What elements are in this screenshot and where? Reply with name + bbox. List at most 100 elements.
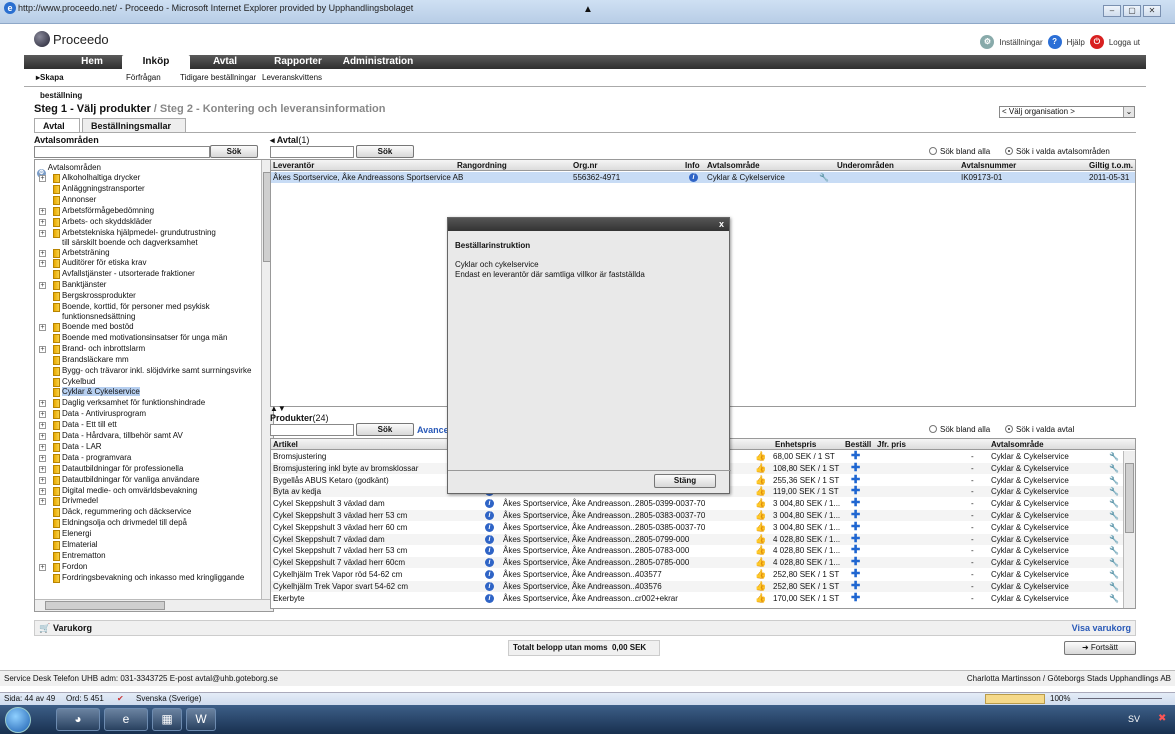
dialog-close-icon[interactable]: x [719, 219, 724, 229]
add-to-cart-plus-icon[interactable]: ✚ [851, 580, 860, 591]
thumbs-up-icon[interactable]: 👍 [755, 593, 766, 604]
tray-language[interactable]: SV [1128, 714, 1140, 724]
wrench-icon[interactable]: 🔧 [1109, 545, 1119, 556]
add-to-cart-plus-icon[interactable]: ✚ [851, 569, 860, 580]
expand-plus-icon[interactable]: + [39, 443, 46, 451]
col-bestall[interactable]: Beställ [845, 439, 871, 450]
produkter-radio-all[interactable]: Sök bland alla [929, 425, 990, 434]
wrench-icon[interactable]: 🔧 [819, 172, 829, 183]
start-button[interactable] [5, 707, 31, 733]
wrench-icon[interactable]: 🔧 [1109, 451, 1119, 462]
chevron-down-icon[interactable]: ⌄ [1123, 107, 1134, 117]
wrench-icon[interactable]: 🔧 [1109, 593, 1119, 604]
step-2[interactable]: Steg 2 - Kontering och leveransinformati… [160, 103, 386, 115]
close-window-button[interactable]: ✕ [1143, 5, 1161, 17]
thumbs-up-icon[interactable]: 👍 [755, 451, 766, 462]
product-row[interactable]: Cykelhjälm Trek Vapor röd 54-62 cm i Åkes … [271, 569, 1123, 580]
expand-plus-icon[interactable]: + [39, 422, 46, 430]
info-icon[interactable]: i [485, 534, 494, 544]
add-to-cart-plus-icon[interactable]: ✚ [851, 474, 860, 485]
product-row[interactable]: Cykel Skeppshult 3 växlad herr 60 cm i Åke… [271, 521, 1123, 533]
nav-hem[interactable]: Hem [62, 55, 122, 69]
collapse-arrow-icon[interactable]: ▲ [583, 4, 593, 15]
thumbs-up-icon[interactable]: 👍 [755, 581, 766, 592]
col-artikel[interactable]: Artikel [273, 439, 298, 450]
expand-plus-icon[interactable]: + [39, 282, 46, 290]
visa-varukorg-link[interactable]: Visa varukorg [1072, 621, 1131, 635]
product-row[interactable]: Ekerbyte i Åkes Sportservice, Åke Andreass… [271, 592, 1123, 604]
produkter-vertical-scrollbar[interactable] [1123, 451, 1135, 608]
avtal-search-input[interactable] [270, 146, 354, 158]
expand-plus-icon[interactable]: + [39, 249, 46, 257]
wrench-icon[interactable]: 🔧 [1109, 534, 1119, 545]
thumbs-up-icon[interactable]: 👍 [755, 510, 766, 521]
expand-plus-icon[interactable]: + [39, 400, 46, 408]
produkter-scroll-thumb[interactable] [1125, 463, 1134, 533]
add-to-cart-plus-icon[interactable]: ✚ [851, 545, 860, 556]
wrench-icon[interactable]: 🔧 [1109, 522, 1119, 533]
wrench-icon[interactable]: 🔧 [1109, 486, 1119, 497]
nav-rapporter[interactable]: Rapporter [260, 55, 336, 69]
wrench-icon[interactable]: 🔧 [1109, 498, 1119, 509]
info-icon[interactable]: i [485, 511, 494, 520]
expand-plus-icon[interactable]: + [39, 563, 46, 571]
add-to-cart-plus-icon[interactable]: ✚ [851, 462, 860, 473]
help-link[interactable]: Hjälp [1067, 38, 1085, 47]
wrench-icon[interactable]: 🔧 [1109, 557, 1119, 568]
tab-avtal[interactable]: Avtal [34, 118, 80, 132]
expand-plus-icon[interactable]: + [39, 207, 46, 215]
thumbs-up-icon[interactable]: 👍 [755, 463, 766, 474]
avtalsomraden-search-button[interactable]: Sök [210, 145, 258, 158]
minimize-button[interactable]: – [1103, 5, 1121, 17]
splitter-arrows-icon[interactable]: ▲▼ [270, 404, 286, 413]
organisation-select[interactable]: < Välj organisation > ⌄ [999, 106, 1135, 118]
taskbar-word-icon[interactable]: W [186, 708, 216, 731]
subnav-leveranskvittens[interactable]: Leveranskvittens [262, 69, 322, 87]
thumbs-up-icon[interactable]: 👍 [755, 522, 766, 533]
info-icon[interactable]: i [485, 546, 494, 556]
col-giltig[interactable]: Giltig t.o.m. [1089, 160, 1133, 171]
info-icon[interactable]: i [485, 522, 494, 532]
expand-plus-icon[interactable]: + [39, 411, 46, 419]
col-rangordning[interactable]: Rangordning [457, 160, 507, 171]
produkter-radio-selected[interactable]: Sök i valda avtal [1005, 425, 1074, 434]
thumbs-up-icon[interactable]: 👍 [755, 486, 766, 497]
expand-plus-icon[interactable]: + [39, 260, 46, 268]
subnav-skapa-bestallning[interactable]: ▸ Skapa beställning [36, 69, 82, 100]
nav-avtal[interactable]: Avtal [190, 55, 260, 69]
nav-administration[interactable]: Administration [336, 55, 420, 69]
status-language[interactable]: Svenska (Sverige) [136, 693, 201, 705]
fortsatt-button[interactable]: ➜ Fortsätt [1064, 641, 1136, 655]
status-page[interactable]: Sida: 44 av 49 [4, 693, 55, 705]
wrench-icon[interactable]: 🔧 [1109, 581, 1119, 592]
maximize-button[interactable]: ▢ [1123, 5, 1141, 17]
logout-link[interactable]: Logga ut [1109, 38, 1140, 47]
view-buttons[interactable] [985, 694, 1045, 704]
subnav-tidigare[interactable]: Tidigare beställningar [180, 69, 256, 87]
col-avtalsomrade[interactable]: Avtalsområde [991, 439, 1044, 450]
avtal-radio-selected[interactable]: Sök i valda avtalsområden [1005, 147, 1110, 156]
info-icon[interactable]: i [485, 570, 494, 579]
spellcheck-icon[interactable]: ✔ [117, 693, 124, 705]
info-icon[interactable]: i [485, 593, 494, 603]
add-to-cart-plus-icon[interactable]: ✚ [851, 510, 860, 521]
wrench-icon[interactable]: 🔧 [1109, 463, 1119, 474]
tree-hscroll-thumb[interactable] [45, 601, 165, 610]
thumbs-up-icon[interactable]: 👍 [755, 557, 766, 568]
produkter-search-button[interactable]: Sök [356, 423, 414, 436]
add-to-cart-plus-icon[interactable]: ✚ [851, 451, 860, 462]
tree-horizontal-scrollbar[interactable] [35, 599, 273, 611]
expand-plus-icon[interactable]: + [39, 476, 46, 484]
info-icon[interactable]: i [689, 173, 698, 182]
add-to-cart-plus-icon[interactable]: ✚ [851, 498, 860, 509]
thumbs-up-icon[interactable]: 👍 [755, 569, 766, 580]
product-row[interactable]: Cykelhjälm Trek Vapor svart 54-62 cm i Åke… [271, 580, 1123, 592]
product-row[interactable]: Cykel Skeppshult 7 växlad dam i Åkes Sport… [271, 533, 1123, 545]
expand-plus-icon[interactable]: + [39, 498, 46, 506]
status-words[interactable]: Ord: 5 451 [66, 693, 104, 705]
thumbs-up-icon[interactable]: 👍 [755, 498, 766, 509]
nav-inkop[interactable]: Inköp [122, 55, 190, 69]
dialog-stang-button[interactable]: Stäng [654, 474, 716, 488]
tab-bestallningsmallar[interactable]: Beställningsmallar [82, 118, 186, 132]
subnav-forfragan[interactable]: Förfrågan [126, 69, 161, 87]
